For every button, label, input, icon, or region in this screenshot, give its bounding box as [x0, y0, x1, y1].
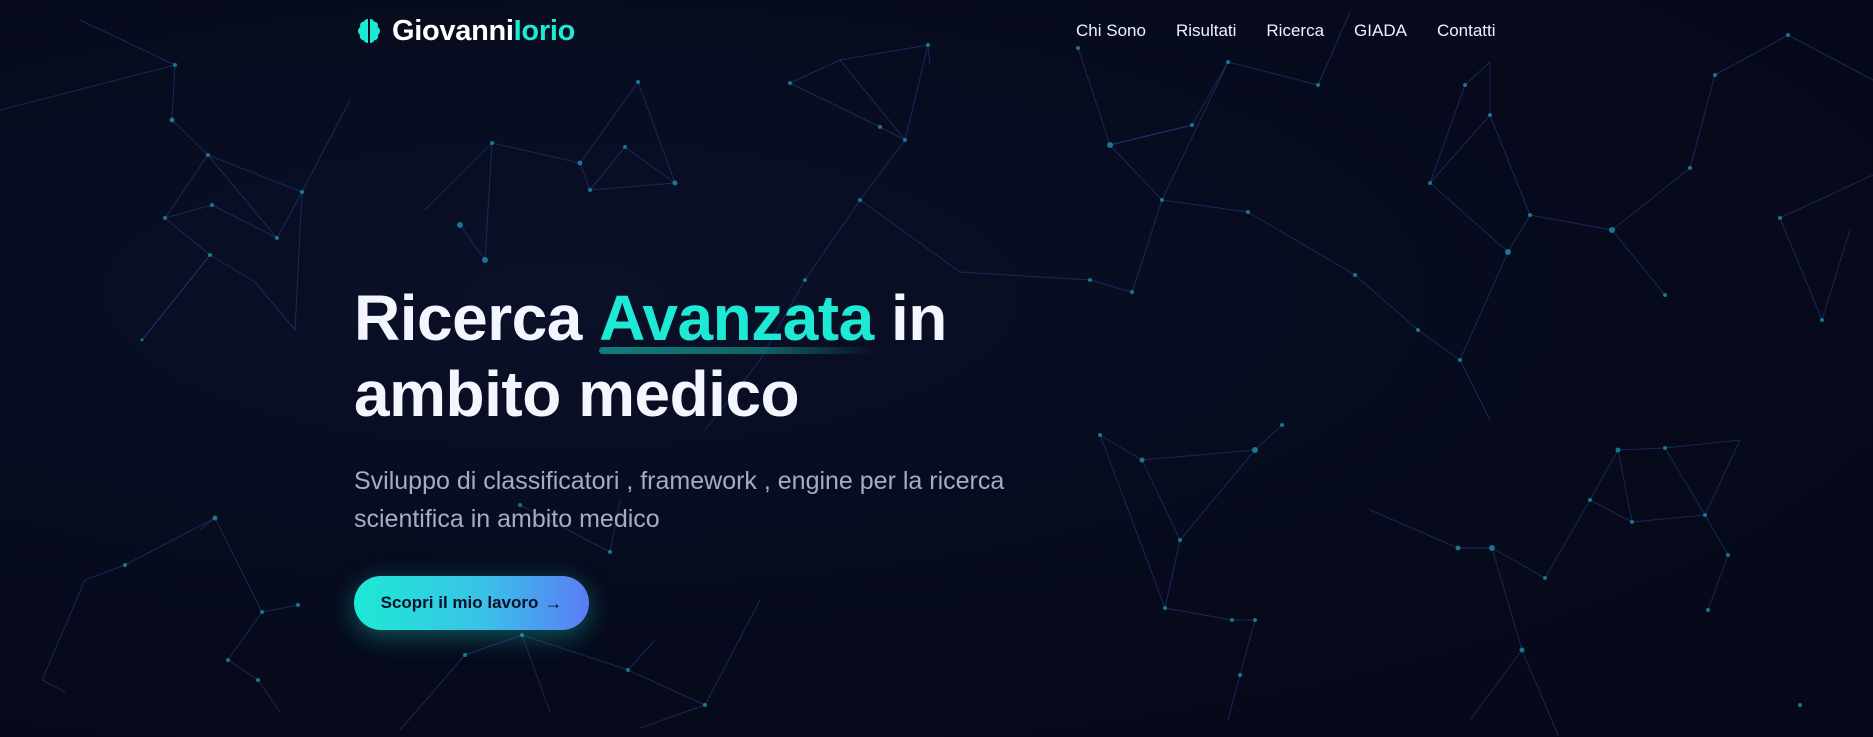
nav-link-chi-sono[interactable]: Chi Sono — [1076, 20, 1146, 42]
hero-title-accent: Avanzata — [599, 282, 874, 354]
hero-title-accent-wrap: Avanzata — [599, 280, 874, 356]
logo-name-primary: Giovanni — [392, 15, 514, 47]
cta-label: Scopri il mio lavoro — [380, 593, 539, 612]
logo-text: GiovanniIorio — [392, 13, 575, 49]
hero-title: Ricerca Avanzata in ambito medico — [354, 280, 1154, 432]
nav-link-ricerca[interactable]: Ricerca — [1266, 20, 1324, 42]
arrow-right-icon: → — [544, 592, 563, 613]
page: GiovanniIorio Chi Sono Risultati Ricerca… — [0, 0, 1873, 737]
main-nav: Chi Sono Risultati Ricerca GIADA Contatt… — [1076, 20, 1496, 42]
nav-link-contatti[interactable]: Contatti — [1437, 20, 1496, 42]
nav-link-giada[interactable]: GIADA — [1354, 20, 1407, 42]
accent-underline — [599, 347, 874, 354]
site-header: GiovanniIorio Chi Sono Risultati Ricerca… — [0, 0, 1873, 62]
discover-work-button[interactable]: Scopri il mio lavoro → — [354, 576, 589, 630]
brain-icon — [358, 19, 380, 43]
hero-section: Ricerca Avanzata in ambito medico Svilupp… — [354, 280, 1154, 630]
logo-link[interactable]: GiovanniIorio — [354, 13, 575, 49]
logo-name-accent: Iorio — [513, 15, 576, 47]
hero-title-part1: Ricerca — [354, 282, 600, 354]
hero-title-part2: in — [873, 282, 947, 354]
hero-subtitle: Sviluppo di classificatori , framework ,… — [354, 467, 1005, 533]
nav-link-risultati[interactable]: Risultati — [1176, 20, 1236, 42]
hero-title-line2: ambito medico — [354, 358, 800, 430]
